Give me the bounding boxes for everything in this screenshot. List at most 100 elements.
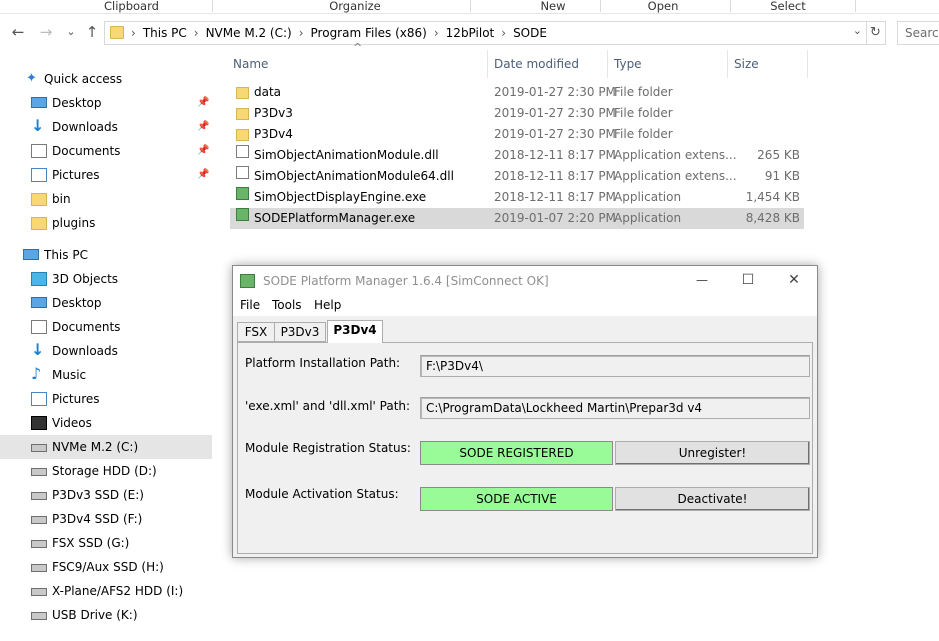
star-icon: ✦	[26, 71, 37, 86]
refresh-button[interactable]: ↻	[866, 21, 886, 45]
usb-drive-icon	[31, 612, 47, 620]
tab-panel-p3dv4: Platform Installation Path: F:\P3Dv4\ 'e…	[237, 342, 813, 554]
unregister-button[interactable]: Unregister!	[615, 441, 810, 465]
menu-file[interactable]: File	[240, 298, 260, 312]
pin-icon: 📌	[197, 145, 210, 156]
menu-tools[interactable]: Tools	[272, 298, 302, 312]
tab-p3dv3[interactable]: P3Dv3	[274, 322, 326, 342]
breadcrumb-12bpilot[interactable]: 12bPilot	[446, 22, 495, 44]
sidebar-item-quick-access[interactable]: ✦ Quick access	[0, 67, 212, 91]
minimize-button[interactable]: —	[679, 266, 725, 296]
sidebar-item-drive-d[interactable]: Storage HDD (D:)	[0, 459, 212, 483]
sidebar-item-plugins[interactable]: plugins	[0, 211, 212, 235]
file-row[interactable]: SimObjectAnimationModule.dll 2018-12-11 …	[230, 145, 804, 166]
search-input[interactable]: Search	[897, 21, 939, 45]
breadcrumb-program-files[interactable]: Program Files (x86)	[311, 22, 427, 44]
folder-icon	[31, 193, 47, 206]
window-title-bar[interactable]: SODE Platform Manager 1.6.4 [SimConnect …	[233, 266, 817, 296]
activation-status-label: Module Activation Status:	[245, 487, 399, 501]
sidebar-item-drive-h[interactable]: FSC9/Aux SSD (H:)	[0, 555, 212, 579]
folder-icon	[236, 129, 249, 141]
file-row[interactable]: SODEPlatformManager.exe 2019-01-07 2:20 …	[230, 208, 804, 229]
tab-p3dv4[interactable]: P3Dv4	[327, 320, 383, 343]
breadcrumb: › This PC › NVMe M.2 (C:) › Program File…	[129, 22, 552, 44]
folder-icon	[236, 108, 249, 120]
xml-path-label: 'exe.xml' and 'dll.xml' Path:	[245, 399, 411, 413]
sidebar-item-drive-c[interactable]: NVMe M.2 (C:)	[0, 435, 212, 459]
ribbon-group-labels: Clipboard Organize New Open Select	[0, 0, 939, 14]
recent-locations-button[interactable]: ⌄	[63, 23, 79, 41]
navigation-pane: ✦ Quick access Desktop 📌 ↓ Downloads 📌 D…	[0, 64, 213, 641]
address-dropdown-icon[interactable]: ⌄	[853, 24, 862, 37]
menu-bar: File Tools Help	[233, 296, 817, 316]
sidebar-item-desktop[interactable]: Desktop 📌	[0, 91, 212, 115]
close-button[interactable]: ✕	[771, 266, 817, 296]
sort-ascending-icon: ^	[353, 41, 363, 54]
sidebar-item-drive-f[interactable]: P3Dv4 SSD (F:)	[0, 507, 212, 531]
window-title: SODE Platform Manager 1.6.4 [SimConnect …	[263, 274, 549, 288]
menu-help[interactable]: Help	[314, 298, 341, 312]
sidebar-item-drive-e[interactable]: P3Dv3 SSD (E:)	[0, 483, 212, 507]
drive-icon	[31, 516, 47, 524]
drive-icon	[31, 492, 47, 500]
this-pc-icon	[23, 249, 39, 260]
column-header-name[interactable]: Name	[233, 50, 268, 78]
downloads-icon: ↓	[31, 116, 45, 135]
address-bar[interactable]: › This PC › NVMe M.2 (C:) › Program File…	[104, 21, 867, 45]
sidebar-item-drive-i[interactable]: X-Plane/AFS2 HDD (I:)	[0, 579, 212, 603]
sidebar-item-3d-objects[interactable]: 3D Objects	[0, 267, 212, 291]
documents-icon	[31, 320, 47, 334]
deactivate-button[interactable]: Deactivate!	[615, 487, 810, 511]
sidebar-item-bin[interactable]: bin	[0, 187, 212, 211]
maximize-button[interactable]: ☐	[725, 266, 771, 296]
file-row[interactable]: data 2019-01-27 2:30 PM File folder	[230, 82, 804, 103]
breadcrumb-sode[interactable]: SODE	[513, 22, 547, 44]
drive-icon	[31, 468, 47, 476]
install-path-label: Platform Installation Path:	[245, 356, 401, 370]
up-button[interactable]: ↑	[84, 23, 100, 41]
ribbon-group-clipboard: Clipboard	[104, 0, 159, 13]
videos-icon	[31, 416, 47, 430]
sidebar-item-downloads-pc[interactable]: ↓ Downloads	[0, 339, 212, 363]
sidebar-item-downloads[interactable]: ↓ Downloads 📌	[0, 115, 212, 139]
sidebar-item-drive-k[interactable]: USB Drive (K:)	[0, 603, 212, 627]
sidebar-item-drive-g[interactable]: FSX SSD (G:)	[0, 531, 212, 555]
address-row: ← → ⌄ ↑ › This PC › NVMe M.2 (C:) › Prog…	[0, 19, 939, 47]
xml-path-field[interactable]: C:\ProgramData\Lockheed Martin\Prepar3d …	[420, 397, 810, 419]
documents-icon	[31, 144, 47, 158]
sidebar-item-videos[interactable]: Videos	[0, 411, 212, 435]
pin-icon: 📌	[197, 97, 210, 108]
sidebar-item-documents[interactable]: Documents 📌	[0, 139, 212, 163]
downloads-icon: ↓	[31, 340, 45, 359]
tab-fsx[interactable]: FSX	[237, 322, 275, 342]
column-header-type[interactable]: Type	[614, 50, 642, 78]
sidebar-item-pictures[interactable]: Pictures 📌	[0, 163, 212, 187]
forward-button[interactable]: →	[38, 23, 54, 41]
sidebar-item-pictures-pc[interactable]: Pictures	[0, 387, 212, 411]
breadcrumb-drive[interactable]: NVMe M.2 (C:)	[206, 22, 292, 44]
drive-icon	[31, 444, 47, 452]
file-row[interactable]: P3Dv4 2019-01-27 2:30 PM File folder	[230, 124, 804, 145]
sidebar-item-music[interactable]: ♪ Music	[0, 363, 212, 387]
breadcrumb-this-pc[interactable]: This PC	[143, 22, 187, 44]
drive-icon	[31, 540, 47, 548]
file-row[interactable]: SimObjectDisplayEngine.exe 2018-12-11 8:…	[230, 187, 804, 208]
folder-icon	[31, 217, 47, 230]
column-header-size[interactable]: Size	[734, 50, 759, 78]
file-row[interactable]: SimObjectAnimationModule64.dll 2018-12-1…	[230, 166, 804, 187]
sidebar-item-documents-pc[interactable]: Documents	[0, 315, 212, 339]
back-button[interactable]: ←	[10, 23, 26, 41]
activation-status-indicator: SODE ACTIVE	[420, 487, 613, 511]
install-path-field[interactable]: F:\P3Dv4\	[420, 355, 810, 377]
app-icon	[240, 274, 255, 288]
folder-icon	[236, 87, 249, 99]
sidebar-item-desktop-pc[interactable]: Desktop	[0, 291, 212, 315]
3d-objects-icon	[31, 272, 47, 286]
exe-file-icon	[236, 208, 249, 221]
desktop-icon	[31, 297, 47, 308]
column-header-date[interactable]: Date modified	[494, 50, 579, 78]
sidebar-item-this-pc[interactable]: This PC	[0, 243, 212, 267]
ribbon-group-organize: Organize	[329, 0, 381, 13]
file-row[interactable]: P3Dv3 2019-01-27 2:30 PM File folder	[230, 103, 804, 124]
registration-status-indicator: SODE REGISTERED	[420, 441, 613, 465]
